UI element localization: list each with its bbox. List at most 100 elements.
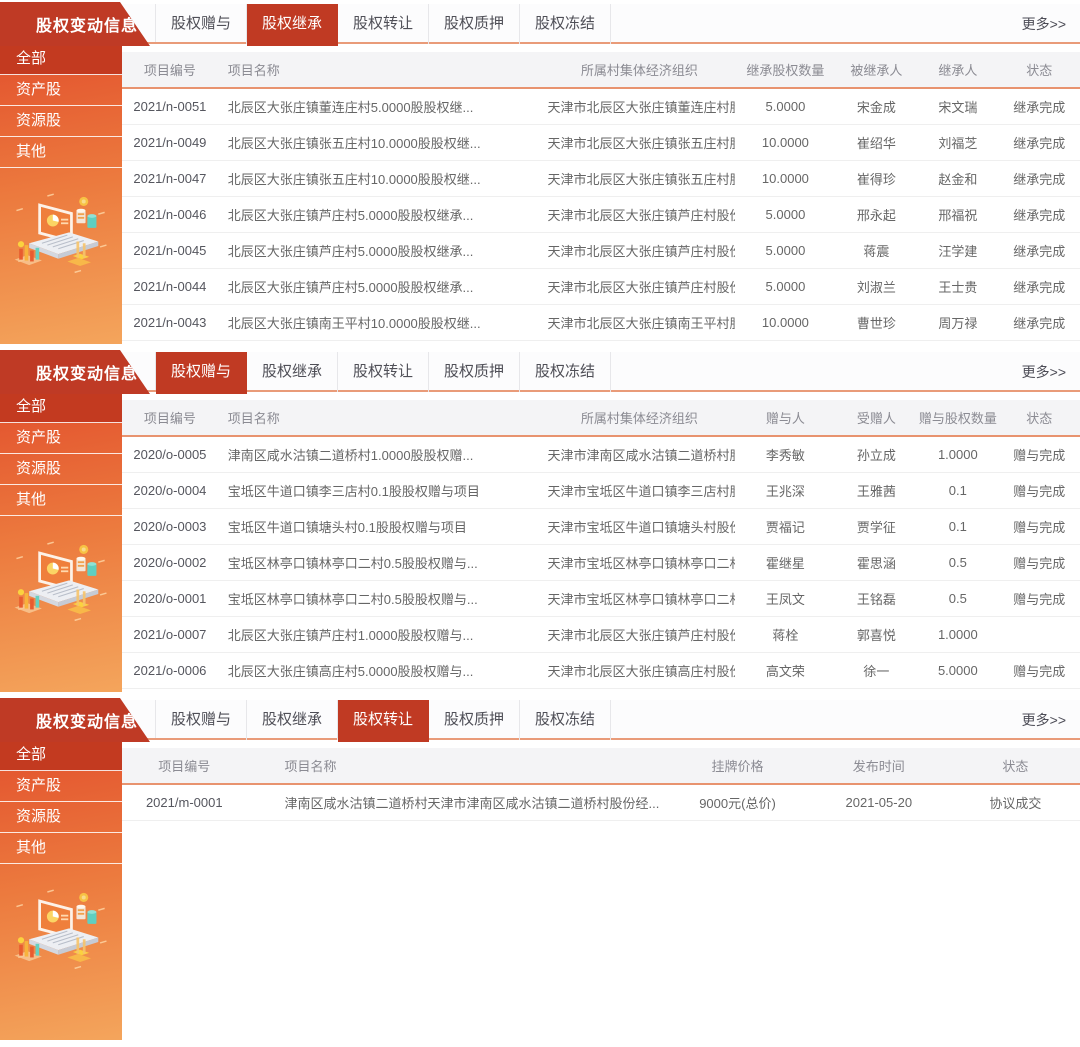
tab-4[interactable]: 股权冻结 <box>520 352 611 392</box>
table-row[interactable]: 2021/n-0047北辰区大张庄镇张五庄村10.0000股股权继...天津市北… <box>122 160 1080 196</box>
sidebar-item-1[interactable]: 资产股 <box>0 423 122 454</box>
cell: 刘淑兰 <box>836 268 917 304</box>
tab-0-active[interactable]: 股权赠与 <box>156 352 247 394</box>
sidebar-item-3[interactable]: 其他 <box>0 137 122 168</box>
cell: 天津市宝坻区牛道口镇李三店村股... <box>544 472 736 508</box>
cell: 5.0000 <box>735 88 836 124</box>
cell: 2021/n-0045 <box>122 232 218 268</box>
panel-title-banner: 股权变动信息 <box>0 698 150 742</box>
tab-2-active[interactable]: 股权转让 <box>338 700 429 742</box>
table-row[interactable]: 2021/n-0043北辰区大张庄镇南王平村10.0000股股权继...天津市北… <box>122 304 1080 340</box>
table-row[interactable]: 2020/o-0004宝坻区牛道口镇李三店村0.1股股权赠与项目天津市宝坻区牛道… <box>122 472 1080 508</box>
tab-0[interactable]: 股权赠与 <box>156 700 247 740</box>
sidebar-item-3[interactable]: 其他 <box>0 485 122 516</box>
data-table: 项目编号项目名称所属村集体经济组织赠与人受赠人赠与股权数量状态2020/o-00… <box>122 400 1080 689</box>
cell: 北辰区大张庄镇高庄村5.0000股股权赠与... <box>218 652 544 688</box>
tab-2[interactable]: 股权转让 <box>338 352 429 392</box>
cell: 继承完成 <box>999 160 1080 196</box>
cell: 5.0000 <box>917 652 998 688</box>
tab-2[interactable]: 股权转让 <box>338 4 429 44</box>
tab-1[interactable]: 股权继承 <box>247 700 338 740</box>
column-header: 赠与人 <box>735 400 836 436</box>
cell: 赵金和 <box>917 160 998 196</box>
cell: 宝坻区牛道口镇塘头村0.1股股权赠与项目 <box>218 508 544 544</box>
sidebar-item-1[interactable]: 资产股 <box>0 771 122 802</box>
cell: 天津市宝坻区牛道口镇塘头村股份... <box>544 508 736 544</box>
cell: 继承完成 <box>999 232 1080 268</box>
cell: 10.0000 <box>735 124 836 160</box>
cell: 10.0000 <box>735 160 836 196</box>
cell: 李秀敏 <box>735 436 836 472</box>
table-row[interactable]: 2020/o-0005津南区咸水沽镇二道桥村1.0000股股权赠...天津市津南… <box>122 436 1080 472</box>
table-row[interactable]: 2021/n-0051北辰区大张庄镇董连庄村5.0000股股权继...天津市北辰… <box>122 88 1080 124</box>
sidebar-item-0[interactable]: 全部 <box>0 44 122 75</box>
tab-bar: 股权赠与股权继承股权转让股权质押股权冻结 <box>155 4 611 42</box>
cell: 2021/o-0006 <box>122 652 218 688</box>
cell: 2021-05-20 <box>807 784 951 820</box>
more-link[interactable]: 更多>> <box>1022 4 1080 42</box>
tab-4[interactable]: 股权冻结 <box>520 700 611 740</box>
sidebar-item-2[interactable]: 资源股 <box>0 454 122 485</box>
sidebar-item-3[interactable]: 其他 <box>0 833 122 864</box>
cell: 1.0000 <box>917 436 998 472</box>
tab-0[interactable]: 股权赠与 <box>156 4 247 44</box>
column-header: 项目名称 <box>218 52 544 88</box>
cell: 5.0000 <box>735 232 836 268</box>
more-link[interactable]: 更多>> <box>1022 352 1080 390</box>
tab-3[interactable]: 股权质押 <box>429 700 520 740</box>
table-row[interactable]: 2021/o-0007北辰区大张庄镇芦庄村1.0000股股权赠与...天津市北辰… <box>122 616 1080 652</box>
data-table: 项目编号项目名称所属村集体经济组织继承股权数量被继承人继承人状态2021/n-0… <box>122 52 1080 341</box>
cell: 宝坻区牛道口镇李三店村0.1股股权赠与项目 <box>218 472 544 508</box>
cell: 天津市北辰区大张庄镇董连庄村股... <box>544 88 736 124</box>
sidebar-item-1[interactable]: 资产股 <box>0 75 122 106</box>
tab-4[interactable]: 股权冻结 <box>520 4 611 44</box>
cell: 2021/n-0047 <box>122 160 218 196</box>
cell: 0.5 <box>917 580 998 616</box>
table-row[interactable]: 2020/o-0003宝坻区牛道口镇塘头村0.1股股权赠与项目天津市宝坻区牛道口… <box>122 508 1080 544</box>
table-row[interactable]: 2021/m-0001津南区咸水沽镇二道桥村天津市津南区咸水沽镇二道桥村股份经.… <box>122 784 1080 820</box>
column-header: 被继承人 <box>836 52 917 88</box>
more-link[interactable]: 更多>> <box>1022 700 1080 738</box>
sidebar-item-0[interactable]: 全部 <box>0 392 122 423</box>
table-row[interactable]: 2020/o-0002宝坻区林亭口镇林亭口二村0.5股股权赠与...天津市宝坻区… <box>122 544 1080 580</box>
cell: 2021/n-0043 <box>122 304 218 340</box>
data-table-area: 项目编号项目名称所属村集体经济组织继承股权数量被继承人继承人状态2021/n-0… <box>122 44 1080 344</box>
cell: 崔得珍 <box>836 160 917 196</box>
cell: 汪学建 <box>917 232 998 268</box>
table-header-row: 项目编号项目名称挂牌价格发布时间状态 <box>122 748 1080 784</box>
panel-topbar: 股权变动信息股权赠与股权继承股权转让股权质押股权冻结更多>> <box>0 352 1080 392</box>
cell: 0.1 <box>917 508 998 544</box>
cell: 邢福祝 <box>917 196 998 232</box>
sidebar-item-2[interactable]: 资源股 <box>0 106 122 137</box>
tab-3[interactable]: 股权质押 <box>429 352 520 392</box>
table-row[interactable]: 2020/o-0001宝坻区林亭口镇林亭口二村0.5股股权赠与...天津市宝坻区… <box>122 580 1080 616</box>
cell: 天津市津南区咸水沽镇二道桥村股... <box>544 436 736 472</box>
tab-3[interactable]: 股权质押 <box>429 4 520 44</box>
tab-1-active[interactable]: 股权继承 <box>247 4 338 46</box>
equity-change-panel: 股权变动信息股权赠与股权继承股权转让股权质押股权冻结更多>>全部资产股资源股其他 <box>0 352 1080 692</box>
table-row[interactable]: 2021/n-0049北辰区大张庄镇张五庄村10.0000股股权继...天津市北… <box>122 124 1080 160</box>
table-row[interactable]: 2021/n-0046北辰区大张庄镇芦庄村5.0000股股权继承...天津市北辰… <box>122 196 1080 232</box>
cell: 1.0000 <box>917 616 998 652</box>
table-row[interactable]: 2021/n-0045北辰区大张庄镇芦庄村5.0000股股权继承...天津市北辰… <box>122 232 1080 268</box>
column-header: 项目编号 <box>122 52 218 88</box>
cell: 北辰区大张庄镇芦庄村5.0000股股权继承... <box>218 268 544 304</box>
table-row[interactable]: 2021/n-0044北辰区大张庄镇芦庄村5.0000股股权继承...天津市北辰… <box>122 268 1080 304</box>
cell: 北辰区大张庄镇芦庄村1.0000股股权赠与... <box>218 616 544 652</box>
cell: 2021/m-0001 <box>122 784 247 820</box>
cell: 天津市北辰区大张庄镇芦庄村股份... <box>544 232 736 268</box>
tab-1[interactable]: 股权继承 <box>247 352 338 392</box>
cell: 继承完成 <box>999 196 1080 232</box>
column-header: 继承股权数量 <box>735 52 836 88</box>
table-row[interactable]: 2021/o-0006北辰区大张庄镇高庄村5.0000股股权赠与...天津市北辰… <box>122 652 1080 688</box>
sidebar-item-0[interactable]: 全部 <box>0 740 122 771</box>
cell: 天津市北辰区大张庄镇南王平村股... <box>544 304 736 340</box>
cell: 2020/o-0005 <box>122 436 218 472</box>
panel-title-banner: 股权变动信息 <box>0 2 150 46</box>
cell: 2021/n-0046 <box>122 196 218 232</box>
sidebar-item-2[interactable]: 资源股 <box>0 802 122 833</box>
cell: 天津市宝坻区林亭口镇林亭口二村... <box>544 580 736 616</box>
column-header: 发布时间 <box>807 748 951 784</box>
cell: 继承完成 <box>999 268 1080 304</box>
equity-change-panel: 股权变动信息股权赠与股权继承股权转让股权质押股权冻结 更多>> 全部资产股资源股其他 <box>0 700 1080 1040</box>
